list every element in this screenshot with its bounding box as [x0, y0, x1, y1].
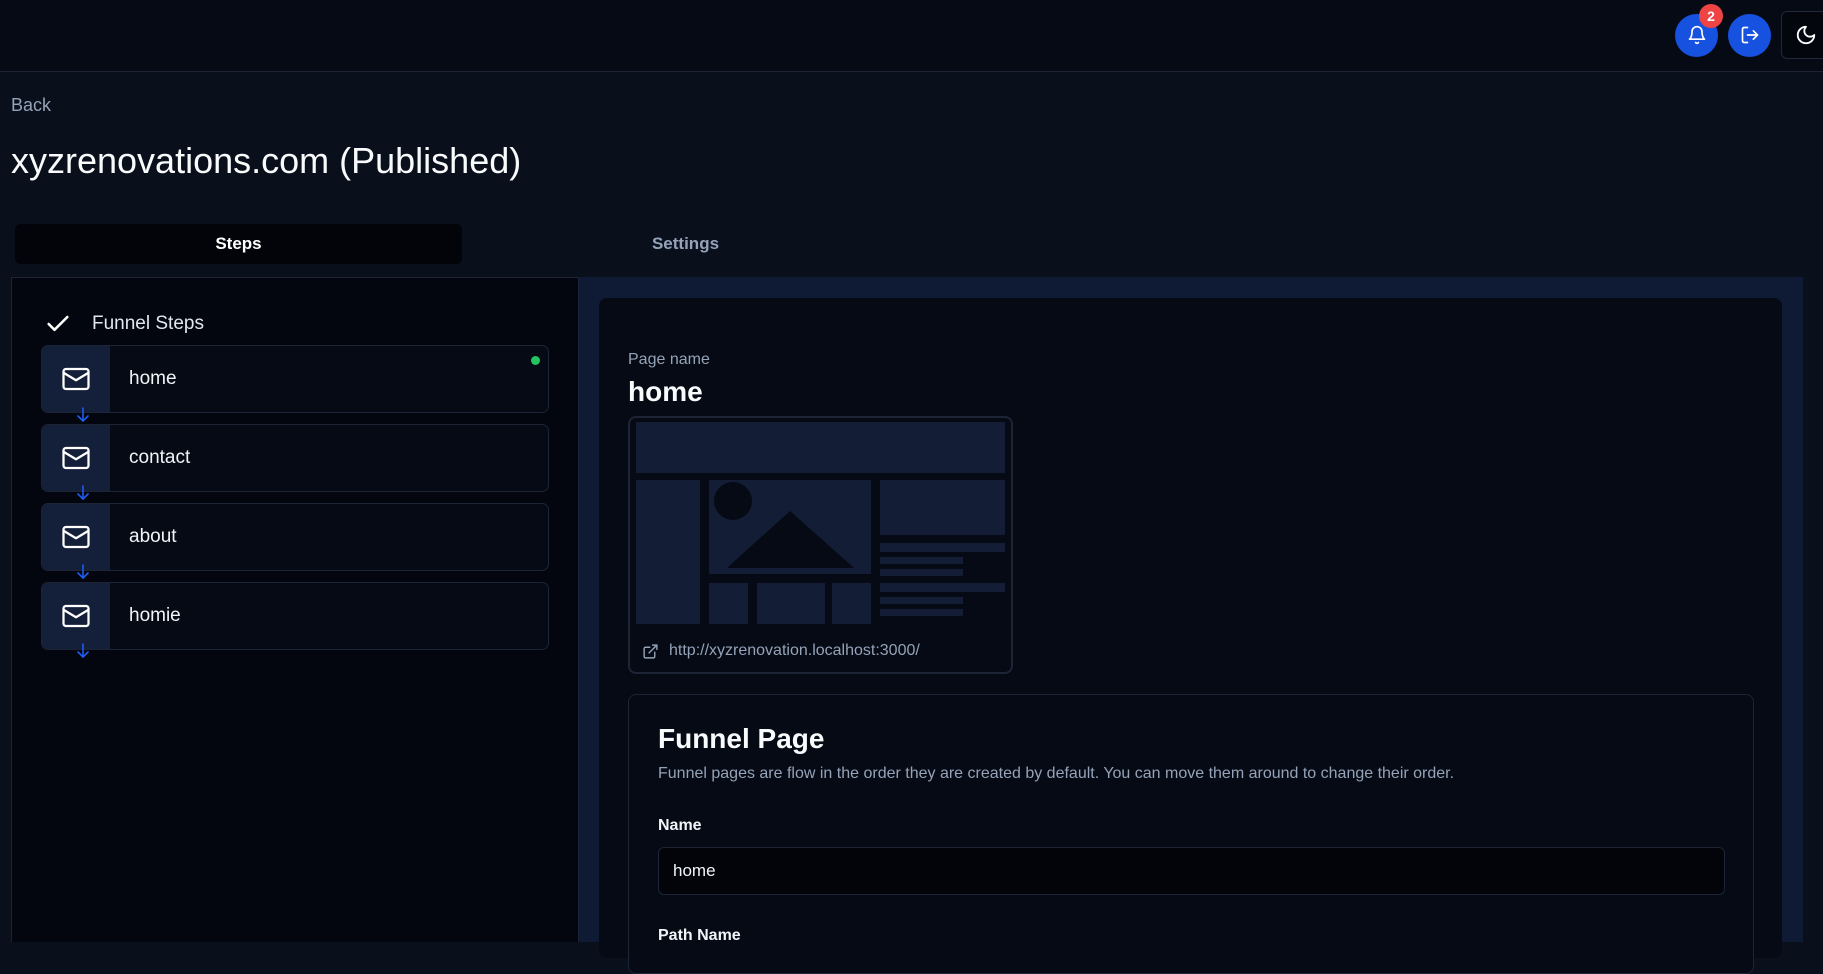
tab-list: Steps Settings — [11, 220, 919, 268]
notifications-button[interactable]: 2 — [1675, 3, 1723, 57]
name-field-label: Name — [658, 817, 702, 834]
page-title: xyzrenovations.com (Published) — [11, 140, 522, 181]
name-input[interactable] — [658, 847, 1725, 895]
step-icon-box — [42, 346, 110, 412]
page-preview-thumbnail — [636, 422, 1005, 624]
page-name: home — [628, 376, 703, 407]
funnel-steps-header: Funnel Steps — [44, 310, 204, 338]
logout-icon — [1741, 26, 1758, 44]
top-actions: 2 — [1675, 3, 1823, 59]
external-link-icon — [643, 643, 658, 659]
mail-icon — [62, 367, 90, 391]
funnel-step-contact[interactable]: contact — [41, 424, 549, 492]
page-detail-panel: Page name home http://xyzrenovation.loca… — [579, 277, 1803, 974]
funnel-step-home[interactable]: home — [41, 345, 549, 413]
mail-icon — [62, 446, 90, 470]
step-icon-box — [42, 504, 110, 570]
logout-button[interactable] — [1728, 13, 1771, 57]
arrow-down-icon — [77, 485, 89, 500]
notification-count-badge: 2 — [1699, 3, 1723, 28]
step-label: home — [129, 368, 177, 389]
step-label: about — [129, 526, 177, 547]
mail-icon — [62, 525, 90, 549]
funnel-steps-title: Funnel Steps — [92, 313, 204, 334]
arrow-down-icon — [77, 407, 89, 422]
path-name-field-label: Path Name — [658, 927, 741, 944]
step-icon-box — [42, 583, 110, 649]
funnel-step-about[interactable]: about — [41, 503, 549, 571]
form-title: Funnel Page — [658, 723, 825, 754]
preview-url-text: http://xyzrenovation.localhost:3000/ — [669, 642, 920, 659]
page-name-label: Page name — [628, 351, 710, 368]
funnel-steps-panel: Funnel Steps home contact about homie — [11, 277, 579, 942]
form-description: Funnel pages are flow in the order they … — [658, 765, 1455, 782]
mail-icon — [62, 604, 90, 628]
step-icon-box — [42, 425, 110, 491]
top-bar: 2 — [0, 0, 1823, 72]
check-icon — [47, 315, 69, 332]
bell-icon — [1688, 25, 1705, 45]
step-label: contact — [129, 447, 191, 468]
preview-url-link[interactable]: http://xyzrenovation.localhost:3000/ — [642, 642, 920, 660]
theme-toggle-button[interactable] — [1781, 11, 1823, 59]
step-label: homie — [129, 605, 181, 626]
funnel-page-form: Funnel Page Funnel pages are flow in the… — [628, 694, 1754, 974]
active-status-dot — [531, 356, 540, 365]
moon-icon — [1796, 25, 1815, 45]
back-link[interactable]: Back — [11, 95, 51, 116]
page-preview-card[interactable]: http://xyzrenovation.localhost:3000/ — [628, 416, 1013, 674]
funnel-step-homie[interactable]: homie — [41, 582, 549, 650]
tab-steps[interactable]: Steps — [15, 224, 462, 264]
arrow-down-icon — [77, 564, 89, 579]
page-detail-card: Page name home http://xyzrenovation.loca… — [599, 298, 1782, 974]
tab-settings[interactable]: Settings — [462, 224, 909, 264]
arrow-down-icon — [77, 643, 89, 658]
